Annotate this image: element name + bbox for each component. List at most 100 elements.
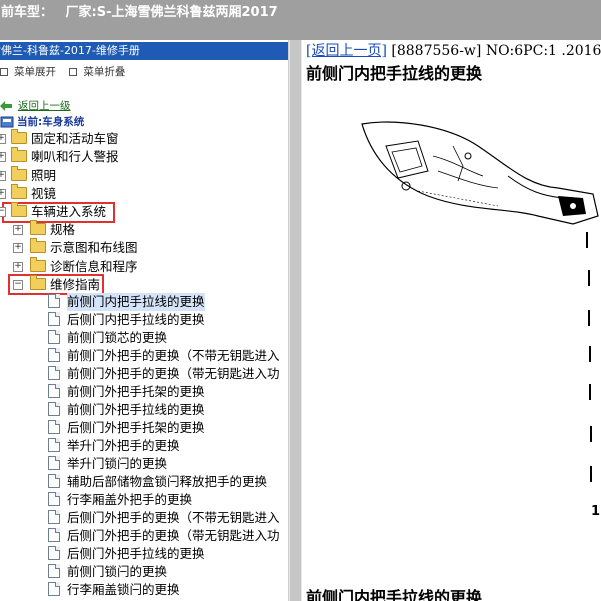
folder-icon xyxy=(11,202,27,218)
content-pane: [返回上一页] [8887556-w] NO:6PC:1 .20165 前侧门内… xyxy=(302,40,601,601)
expand-toggle-icon[interactable]: + xyxy=(0,134,6,144)
tree-page-label: 举升门锁闩的更换 xyxy=(67,456,168,471)
tree-page-label: 行李厢盖锁闩的更换 xyxy=(67,582,180,597)
collapse-all-button[interactable]: 菜单折叠 xyxy=(69,64,125,79)
sidebar-scrollbar[interactable] xyxy=(288,40,303,601)
callout-number: 1 xyxy=(591,504,601,519)
document-icon xyxy=(48,564,60,578)
tree-page-label: 后侧门外把手的更换（不带无钥匙进入 xyxy=(67,510,280,525)
callout-line xyxy=(588,310,590,326)
tree-subfolder-label: 维修指南 xyxy=(50,276,101,292)
document-icon xyxy=(48,474,60,488)
page-title: 前侧门内把手拉线的更换 xyxy=(306,64,483,83)
tree-folder[interactable]: − 车辆进入系统 xyxy=(0,202,288,221)
sidebar-scroll-thumb[interactable] xyxy=(290,40,301,601)
tree-page-label: 前侧门外把手的更换（带无钥匙进入功 xyxy=(67,366,280,381)
callout-line xyxy=(588,270,590,286)
tree-page[interactable]: 后侧门内把手拉线的更换 xyxy=(0,311,288,329)
tree-page-label: 后侧门外把手拉线的更换 xyxy=(67,546,205,561)
tree-subfolder-label: 诊断信息和程序 xyxy=(50,258,138,274)
expand-all-button[interactable]: 菜单展开 xyxy=(0,64,56,79)
tree-page[interactable]: 后侧门外把手托架的更换 xyxy=(0,419,288,437)
back-arrow-icon xyxy=(0,100,12,111)
expand-toggle-icon[interactable]: + xyxy=(13,243,23,254)
collapse-icon xyxy=(69,68,78,76)
callout-line xyxy=(589,384,591,400)
tree-folder-label: 固定和活动车窗 xyxy=(31,131,119,146)
content-breadcrumb: [返回上一页] [8887556-w] NO:6PC:1 .20165 xyxy=(306,40,601,60)
document-icon xyxy=(48,438,60,452)
document-icon xyxy=(48,348,60,362)
tree-page[interactable]: 前侧门外把手的更换（带无钥匙进入功 xyxy=(0,365,288,383)
expand-toggle-icon[interactable]: + xyxy=(13,225,23,235)
tree-page[interactable]: 前侧门锁芯的更换 xyxy=(0,329,288,347)
document-icon xyxy=(48,528,60,542)
tree-folder-label: 照明 xyxy=(31,167,57,183)
folder-icon xyxy=(30,220,46,235)
tree-page[interactable]: 行李厢盖外把手的更换 xyxy=(0,491,288,509)
manual-title: 雪佛兰-科鲁兹-2017-维修手册 xyxy=(0,42,288,60)
collapse-toggle-icon[interactable]: − xyxy=(0,207,6,218)
vehicle-vendor: 厂家:S-上海雪佛兰科鲁兹两厢2017 xyxy=(65,5,278,20)
tree-folder-label: 喇叭和行人警报 xyxy=(31,149,119,165)
tree-folder-label: 视镜 xyxy=(31,185,57,201)
collapse-toggle-icon[interactable]: − xyxy=(13,279,23,290)
expand-toggle-icon[interactable]: + xyxy=(0,170,6,181)
tree-folder[interactable]: + 喇叭和行人警报 xyxy=(0,147,288,166)
tree-page[interactable]: 行李厢盖锁闩的更换 xyxy=(0,581,288,599)
tree-page[interactable]: 后侧门外把手的更换（带无钥匙进入功 xyxy=(0,527,288,545)
folder-icon xyxy=(30,256,46,272)
section-title: 前侧门内把手拉线的更换 xyxy=(306,588,483,601)
tree-page-label: 前侧门锁闩的更换 xyxy=(67,564,168,579)
callout-line xyxy=(586,232,588,248)
tree-page-label: 前侧门内把手拉线的更换 xyxy=(67,293,205,311)
expand-icon xyxy=(0,68,8,76)
tree-page-label: 前侧门外把手拉线的更换 xyxy=(67,402,205,417)
tree-page[interactable]: 前侧门外把手拉线的更换 xyxy=(0,401,288,419)
callout-line xyxy=(589,346,591,362)
vehicle-header: 当前车型： 厂家:S-上海雪佛兰科鲁兹两厢2017 xyxy=(0,0,601,40)
document-icon xyxy=(48,420,60,434)
tree-page[interactable]: 前侧门内把手拉线的更换 xyxy=(0,293,288,311)
expand-toggle-icon[interactable]: + xyxy=(0,152,6,163)
tree-folder[interactable]: + 照明 xyxy=(0,165,288,185)
tree-folder[interactable]: + 视镜 xyxy=(0,183,288,203)
tree-subfolder-label: 示意图和布线图 xyxy=(50,240,138,256)
tree-page-label: 后侧门内把手拉线的更换 xyxy=(67,312,205,327)
expand-toggle-icon[interactable]: + xyxy=(0,188,6,199)
tree-page-label: 后侧门外把手托架的更换 xyxy=(67,420,205,435)
tree-page-label: 后侧门外把手的更换（带无钥匙进入功 xyxy=(67,528,280,543)
folder-icon xyxy=(30,274,46,290)
sidebar-back-link[interactable]: 返回上一级 xyxy=(0,96,70,114)
tree-page[interactable]: 前侧门外把手的更换（不带无钥匙进入 xyxy=(0,347,288,365)
document-icon xyxy=(48,402,60,416)
tree-page[interactable]: 前侧门锁闩的更换 xyxy=(0,563,288,581)
callout-line xyxy=(590,426,592,442)
tree-page[interactable]: 后侧门外把手拉线的更换 xyxy=(0,545,288,563)
tree-subfolder[interactable]: − 维修指南 xyxy=(0,274,288,294)
document-icon xyxy=(48,510,60,524)
tree-subfolder[interactable]: + 诊断信息和程序 xyxy=(0,256,288,276)
tree-page[interactable]: 举升门锁闩的更换 xyxy=(0,455,288,473)
tree-page[interactable]: 前侧门外把手托架的更换 xyxy=(0,383,288,401)
doc-reference: [8887556-w] NO:6PC:1 .20165 xyxy=(391,43,601,59)
tree-page-label: 前侧门外把手的更换（不带无钥匙进入 xyxy=(67,348,280,363)
menu-toolbar: 菜单展开 菜单折叠 xyxy=(0,64,135,80)
document-icon xyxy=(48,582,60,596)
tree-page-label: 辅助后部储物盒锁闩释放把手的更换 xyxy=(67,474,268,489)
document-icon xyxy=(48,492,60,506)
folder-icon xyxy=(11,147,27,163)
tree-folder[interactable]: + 固定和活动车窗 xyxy=(0,129,288,148)
tree-page[interactable]: 辅助后部储物盒锁闩释放把手的更换 xyxy=(0,473,288,491)
document-icon xyxy=(48,294,60,308)
tree-folder-label: 车辆进入系统 xyxy=(31,204,107,220)
folder-icon xyxy=(30,238,46,254)
expand-toggle-icon[interactable]: + xyxy=(13,261,23,272)
tree-page[interactable]: 后侧门外把手的更换（不带无钥匙进入 xyxy=(0,509,288,527)
back-page-link[interactable]: [返回上一页] xyxy=(306,43,387,59)
tree-subfolder[interactable]: + 示意图和布线图 xyxy=(0,238,288,257)
tree-subfolder[interactable]: + 规格 xyxy=(0,220,288,239)
document-icon xyxy=(48,456,60,470)
tree-page[interactable]: 举升门外把手的更换 xyxy=(0,437,288,455)
document-icon xyxy=(48,366,60,380)
